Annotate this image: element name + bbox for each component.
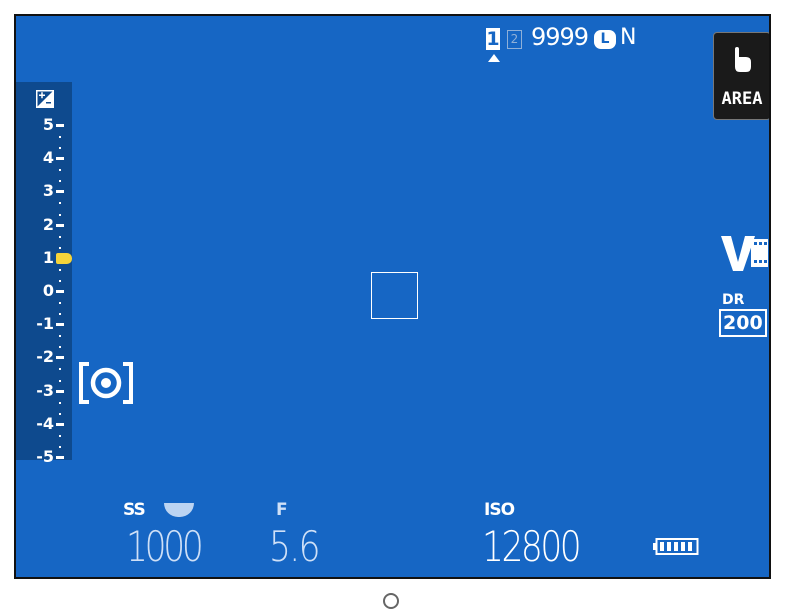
iso-value[interactable]: 12800 [482, 522, 582, 571]
ev-scale-dot [59, 434, 61, 437]
ev-scale-tick [56, 356, 64, 360]
ev-scale-row: -1 [16, 313, 72, 335]
exposure-current-marker [56, 252, 72, 264]
ev-scale-tick [56, 190, 64, 194]
ev-scale-tick [56, 389, 64, 393]
dynamic-range-label: DR [722, 292, 745, 308]
ev-scale-dot [59, 401, 61, 404]
ev-scale-row: -3 [16, 380, 72, 402]
focus-point-frame[interactable] [371, 272, 418, 319]
exposure-compensation-scale: 5 4 3 2 1 0 -1 -2 -3 -4 -5 [16, 82, 72, 466]
image-size-badge: L [594, 30, 616, 49]
camera-viewfinder-screen: 1 2 9999 L N AREA 5 4 3 2 1 0 -1 -2 -3 -4 -5 [14, 14, 771, 579]
touch-hand-icon [735, 47, 751, 72]
ev-scale-row: 2 [16, 214, 72, 236]
ev-scale-label: -3 [36, 380, 54, 400]
ev-scale-tick [56, 422, 64, 426]
multi-metering-icon [79, 362, 133, 404]
ev-scale-row: 5 [16, 114, 72, 136]
ev-scale-label: 0 [42, 281, 54, 300]
aperture-label: F [276, 500, 288, 520]
touch-area-button[interactable]: AREA [713, 32, 769, 120]
film-simulation-velvia-icon [721, 236, 768, 271]
shutter-speed-value[interactable]: 1000 [126, 522, 204, 571]
ev-scale-tick [56, 290, 64, 293]
partial-circle-icon [383, 593, 399, 609]
battery-full-icon [653, 538, 699, 555]
ev-scale-dot [59, 368, 61, 371]
ev-scale-dot [59, 202, 61, 205]
ev-scale-label: 5 [42, 115, 54, 134]
ev-scale-dot [59, 235, 61, 238]
ev-scale-tick [56, 124, 64, 127]
ev-scale-row: -4 [16, 413, 72, 435]
ev-scale-row: 3 [16, 180, 72, 202]
ev-scale-tick [56, 456, 64, 459]
touch-area-label: AREA [721, 89, 763, 109]
ev-scale-label: -4 [36, 413, 54, 433]
ev-scale-label: -5 [36, 447, 54, 466]
ev-scale-dot [59, 302, 61, 305]
card-slot-2-indicator: 2 [507, 30, 522, 49]
ev-scale-dot [59, 268, 61, 271]
ev-scale-dot [59, 335, 61, 338]
ev-scale-dot [59, 169, 61, 172]
ev-scale-label: 2 [42, 214, 54, 234]
active-slot-caret-icon [488, 54, 500, 62]
shutter-type-icon [164, 503, 194, 517]
ev-scale-label: 3 [42, 181, 54, 201]
exposure-compensation-icon [36, 90, 54, 108]
ev-scale-label: -2 [36, 347, 54, 367]
card-slot-1-indicator: 1 [486, 28, 500, 50]
dynamic-range-value: 200 [719, 309, 767, 337]
ev-scale-tick [56, 223, 64, 227]
ev-scale-row: -2 [16, 346, 72, 368]
shutter-speed-label: SS [123, 500, 146, 520]
shots-remaining: 9999 [531, 23, 589, 51]
ev-scale-row: 0 [16, 280, 72, 302]
ev-scale-tick [56, 323, 64, 327]
ev-scale-label: 4 [42, 148, 54, 168]
ev-scale-tick [56, 157, 64, 161]
ev-scale-label: -1 [36, 314, 54, 334]
image-quality: N [620, 25, 637, 50]
ev-scale-row: -5 [16, 446, 72, 468]
iso-label: ISO [484, 500, 515, 520]
aperture-value[interactable]: 5.6 [269, 522, 320, 571]
ev-scale-label: 1 [42, 247, 54, 267]
ev-scale-row: 4 [16, 147, 72, 169]
ev-scale-dot [59, 136, 61, 139]
